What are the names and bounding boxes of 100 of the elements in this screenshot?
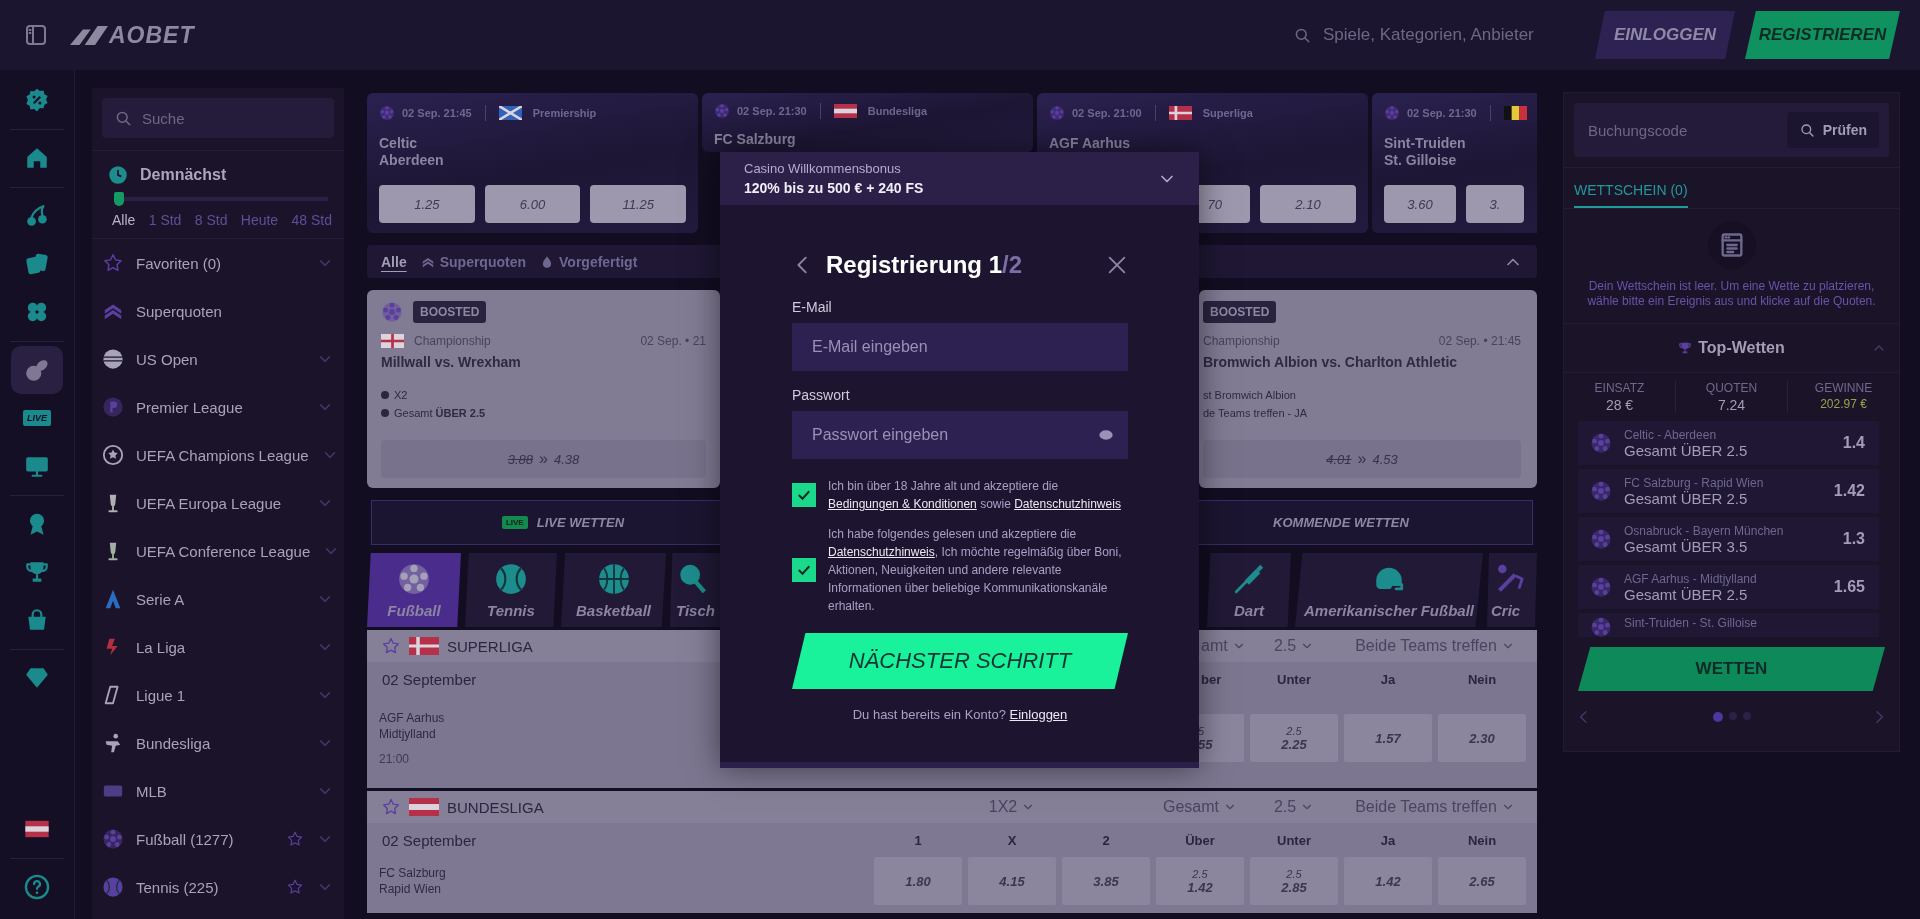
odds-button[interactable]: 2.65 (1438, 857, 1526, 905)
league-link[interactable]: Superquoten (136, 302, 334, 320)
place-bet-button[interactable]: WETTEN (1578, 647, 1885, 691)
column-heading: Über (1184, 832, 1216, 848)
team-name: Sint-Truiden (1384, 135, 1467, 152)
filter-tab[interactable]: Superquoten (420, 250, 527, 273)
odds-button[interactable]: 2.30 (1438, 714, 1526, 762)
market-dropdown[interactable]: 2.5 (1247, 798, 1341, 816)
match-name: AGF Aarhus - Midtjylland (1624, 571, 1758, 586)
odds-button[interactable]: 11.25 (590, 185, 686, 223)
league-link[interactable]: Favoriten (0) (136, 254, 304, 272)
boosted-odds-button[interactable]: 4.01 » 4.53 (1203, 440, 1521, 478)
league-link[interactable]: Fußball (1277) (136, 830, 274, 848)
league-link[interactable]: Premier League (136, 398, 304, 416)
star-icon[interactable] (286, 878, 304, 896)
odds-button[interactable]: 1.80 (874, 857, 962, 905)
bet-card[interactable]: FC Salzburg - Rapid Wien Gesamt ÜBER 2.5 1.42 (1578, 469, 1879, 513)
league-link[interactable]: MLB (136, 782, 304, 800)
nav-button[interactable]: LIVE (11, 394, 63, 442)
market-dropdown[interactable]: amt (1153, 637, 1247, 655)
league-link[interactable]: Ligue 1 (136, 686, 304, 704)
boosted-odds-button[interactable]: 3.88 » 4.38 (381, 440, 706, 478)
time-filter-option[interactable]: 8 Std (194, 212, 228, 228)
sport-tab[interactable]: Tennis (465, 553, 557, 627)
odds-button[interactable]: 1.25 (379, 185, 475, 223)
market-dropdown[interactable]: 1X2 (871, 798, 1153, 816)
search-field[interactable]: Spiele, Kategorien, Anbieter (1321, 24, 1545, 46)
sport-tab[interactable]: Cric (1487, 553, 1537, 627)
email-field[interactable]: E-Mail eingeben (792, 323, 1128, 371)
time-filter-option[interactable]: 48 Std (291, 212, 332, 228)
sport-tab[interactable]: Basketball (561, 553, 666, 627)
match-time: 02 Sep. • 21:45 (1438, 334, 1521, 348)
checkbox[interactable] (792, 483, 816, 507)
eye-icon[interactable] (1098, 427, 1114, 443)
odds-button[interactable]: 3.60 (1384, 185, 1456, 223)
league-link[interactable]: US Open (136, 350, 304, 368)
odds-button[interactable]: 1.42 (1344, 857, 1432, 905)
star-icon[interactable] (381, 797, 401, 817)
page-dot[interactable] (1728, 712, 1737, 720)
filter-tab[interactable]: Vorgefertigt (540, 250, 638, 273)
match-card[interactable]: 02 Sep. 21:45 Premiership Celtic Aberdeen 1.25 6.00 11.25 (367, 93, 698, 233)
checkbox[interactable] (792, 558, 816, 582)
close-icon[interactable] (1106, 254, 1128, 276)
booking-code-field[interactable]: Buchungscode (1586, 120, 1787, 140)
odds-button[interactable]: 6.00 (484, 185, 581, 223)
time-filter-option[interactable]: Heute (240, 212, 279, 228)
bet-card[interactable]: Celtic - Aberdeen Gesamt ÜBER 2.5 1.4 (1578, 421, 1879, 465)
odds-button[interactable]: 2.5 1.42 (1156, 857, 1244, 905)
time-filter-option[interactable]: 1 Std (148, 212, 182, 228)
search-field[interactable]: Suche (102, 98, 334, 138)
bonus-banner[interactable]: Casino Willkommensbonus 120% bis zu 500 € + 240 FS (720, 152, 1199, 205)
league-link[interactable]: UEFA Europa League (136, 494, 304, 512)
match-time: 02 Sep. 21:00 (1072, 107, 1142, 119)
filter-tab[interactable]: Alle (381, 250, 407, 273)
password-field[interactable]: Passwort eingeben (792, 411, 1128, 459)
market-dropdown[interactable]: 2.5 (1247, 637, 1341, 655)
star-icon[interactable] (381, 636, 401, 656)
league-link[interactable]: UEFA Champions League (136, 446, 309, 464)
league-link[interactable]: Tennis (225) (136, 878, 274, 896)
page-dot[interactable] (1712, 712, 1723, 722)
terms-link[interactable]: Datenschutzhinweis (1014, 497, 1121, 511)
check-button[interactable]: Prüfen (1786, 112, 1879, 148)
market-dropdown[interactable]: Beide Teams treffen (1341, 798, 1529, 816)
bet-card[interactable]: AGF Aarhus - Midtjylland Gesamt ÜBER 2.5 1.65 (1578, 565, 1879, 609)
bet-card[interactable]: Osnabruck - Bayern München Gesamt ÜBER 3.5 1.3 (1578, 517, 1879, 561)
terms-link[interactable]: Bedingungen & Konditionen (828, 497, 977, 511)
login-button[interactable]: EINLOGGEN (1595, 11, 1735, 59)
next-step-button[interactable]: NÄCHSTER SCHRITT (792, 633, 1128, 689)
odds-button[interactable]: 2.5 2.25 (1250, 714, 1338, 762)
sport-tab[interactable]: Amerikanischer Fußball (1295, 553, 1483, 627)
login-link[interactable]: Einloggen (1009, 707, 1068, 722)
star-icon[interactable] (286, 830, 304, 848)
slider-thumb[interactable] (114, 192, 124, 206)
odds-button[interactable]: 2.10 (1260, 185, 1356, 223)
league-link[interactable]: La Liga (136, 638, 304, 656)
bet-card[interactable]: Sint-Truiden - St. Gilloise (1578, 613, 1879, 637)
sidebar-toggle-icon[interactable] (24, 23, 48, 47)
terms-link[interactable]: Datenschutzhinweis (828, 545, 935, 559)
match-card[interactable]: 02 Sep. 21:30 Sint-Truiden St. Gilloise 3.60 3. (1372, 93, 1537, 233)
register-button[interactable]: REGISTRIEREN (1745, 11, 1900, 59)
field-label: E-Mail (792, 299, 833, 315)
betslip-tab[interactable]: WETTSCHEIN (0) (1574, 168, 1688, 208)
odds-button[interactable]: 3.85 (1062, 857, 1150, 905)
page-dot[interactable] (1742, 712, 1751, 720)
market-dropdown[interactable]: Gesamt (1153, 798, 1247, 816)
market-dropdown[interactable]: Beide Teams treffen (1341, 637, 1529, 655)
sport-tab[interactable]: Fußball (367, 553, 461, 627)
column-heading: Unter (1276, 832, 1312, 848)
logo[interactable]: AOBET (70, 21, 195, 49)
sport-tab[interactable]: Dart (1207, 553, 1291, 627)
time-filter-option[interactable]: Alle (112, 212, 136, 228)
odds-button[interactable]: 1.57 (1344, 714, 1432, 762)
odds-button[interactable]: 4.15 (968, 857, 1056, 905)
league-link[interactable]: Bundesliga (136, 734, 304, 752)
football-icon (1590, 616, 1612, 637)
odds-button[interactable]: 3. (1466, 185, 1524, 223)
league-link[interactable]: UEFA Conference League (136, 542, 311, 560)
match-card[interactable]: 02 Sep. 21:30 Bundesliga FC Salzburg (702, 93, 1033, 152)
odds-button[interactable]: 2.5 2.85 (1250, 857, 1338, 905)
league-link[interactable]: Serie A (136, 590, 304, 608)
